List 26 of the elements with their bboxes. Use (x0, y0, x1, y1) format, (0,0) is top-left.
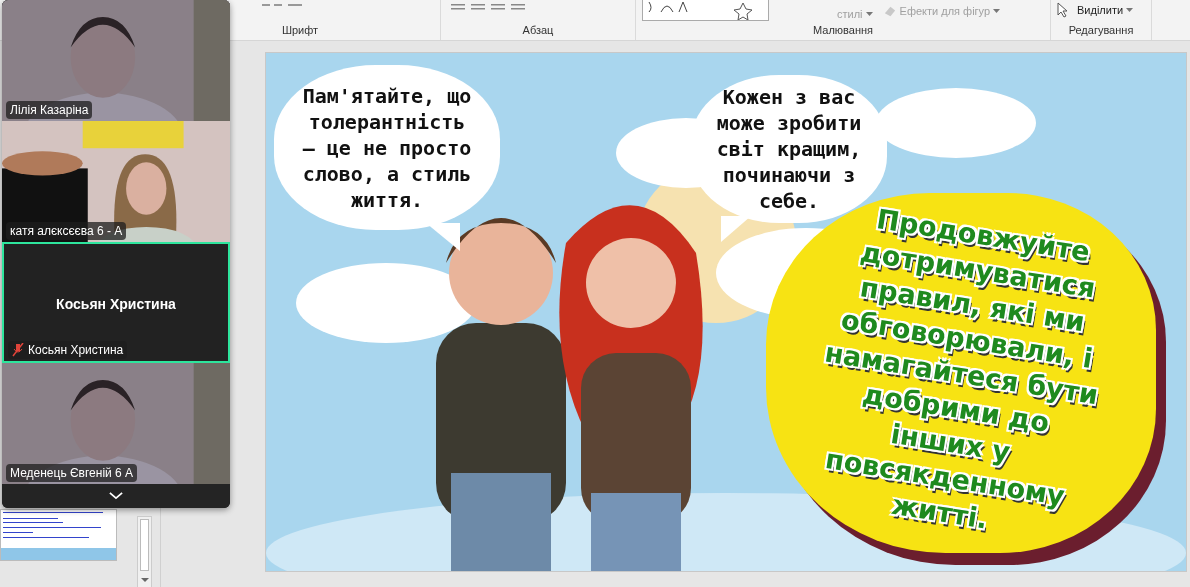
caret-icon (1126, 8, 1134, 12)
group-label: Малювання (812, 23, 874, 38)
eraser-icon (882, 4, 897, 18)
scroll-down-icon[interactable] (139, 577, 150, 583)
slide-thumbnail[interactable] (0, 509, 117, 561)
video-tile[interactable]: Лілія Казаріна (2, 0, 230, 121)
participant-name: катя алєксєєва 6 - А (10, 224, 123, 238)
participant-name: Меденець Євгеній 6 А (10, 466, 134, 480)
ribbon-command[interactable]: Виділити (1075, 2, 1136, 18)
caret-icon (865, 12, 873, 16)
video-tile[interactable]: Косьян Христина Косьян Христина (2, 242, 230, 363)
caret-icon (993, 9, 1001, 13)
video-tile[interactable]: катя алєксєєва 6 - А (2, 121, 230, 242)
participant-name: Лілія Казаріна (10, 103, 89, 117)
group-label: Абзац (521, 23, 555, 38)
cursor-icon[interactable] (1057, 2, 1069, 18)
scrollbar[interactable] (137, 516, 152, 587)
participant-name: Косьян Христина (55, 296, 177, 312)
bubble-text: Пам'ятайте, що толерантність — це не просто слово, а стиль життя. (301, 82, 473, 213)
group-label: Редагування (1067, 23, 1135, 38)
participant-name: Косьян Христина (28, 343, 124, 357)
chevron-down-icon[interactable] (109, 492, 123, 500)
group-label: Шрифт (280, 23, 320, 38)
bubble-text: Кожен з вас може зробити світ кращим, починаючи з себе. (715, 84, 863, 214)
shapes-gallery[interactable] (642, 0, 769, 21)
video-tile[interactable]: Меденець Євгеній 6 А (2, 363, 230, 484)
